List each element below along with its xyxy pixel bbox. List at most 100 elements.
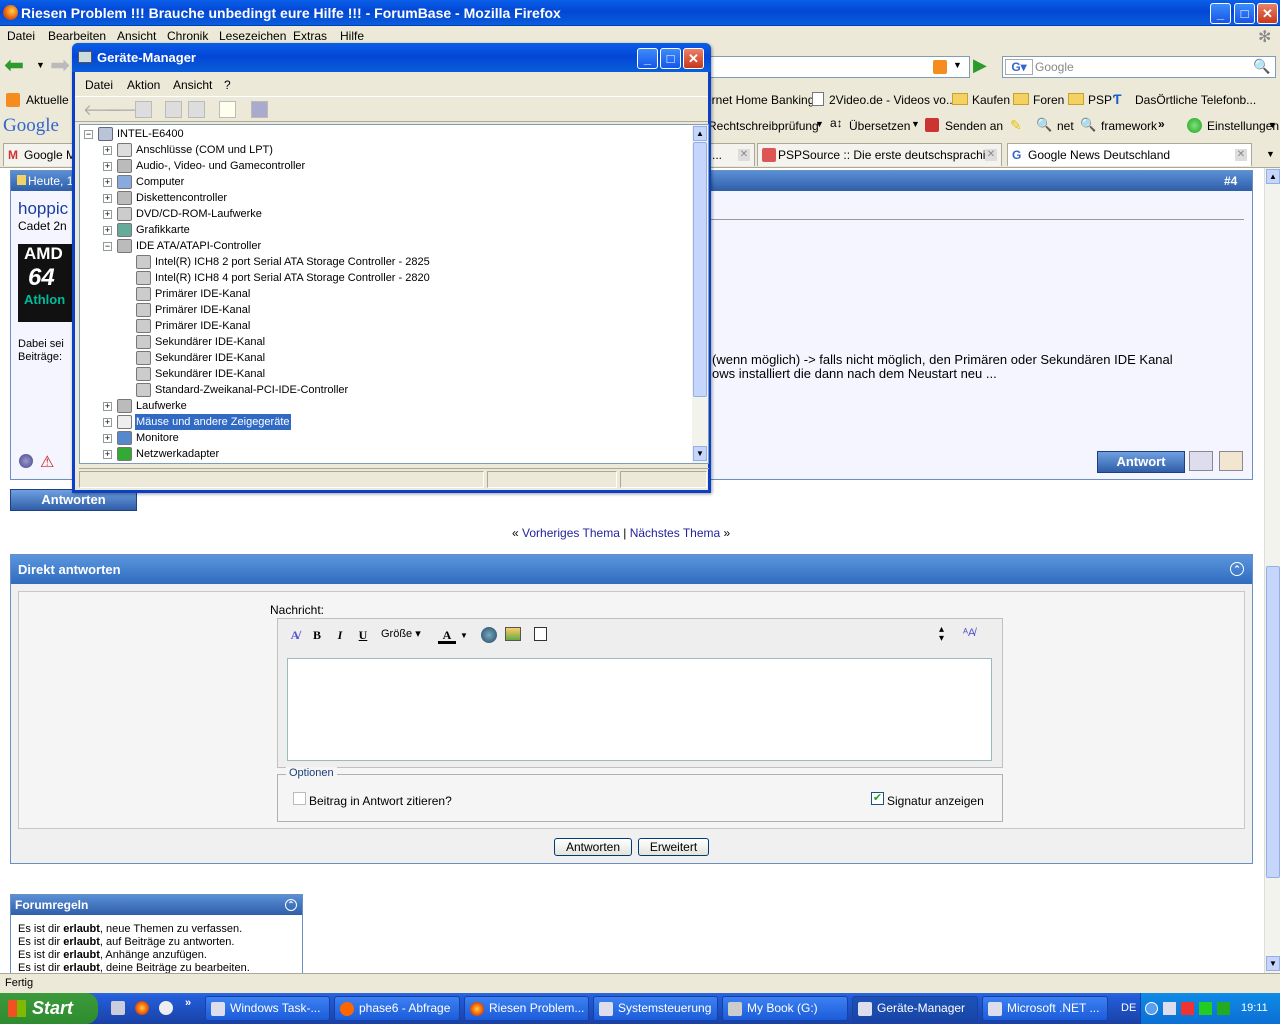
expand-icon[interactable]: + (103, 194, 112, 203)
underline-button[interactable]: U (354, 626, 372, 644)
bookmark-psp[interactable]: PSP (1088, 93, 1112, 107)
collapse-icon[interactable]: ⌃ (285, 899, 297, 911)
menu-bearbeiten[interactable]: Bearbeiten (48, 29, 106, 43)
dm-menu-ansicht[interactable]: Ansicht (173, 78, 212, 92)
search-input[interactable]: Google (1035, 60, 1074, 74)
expand-icon[interactable]: + (103, 418, 112, 427)
tab-pspsource[interactable]: PSPSource :: Die erste deutschsprachi...… (757, 143, 1002, 166)
scroll-up-icon[interactable]: ▲ (693, 126, 707, 141)
task-dotnet[interactable]: Microsoft .NET ... (982, 996, 1108, 1021)
close-tab-icon[interactable]: ✕ (985, 149, 997, 161)
back-dropdown-icon[interactable]: ▼ (36, 60, 45, 70)
highlighter-icon[interactable]: ✎ (1010, 117, 1022, 134)
tray-icon[interactable] (1217, 1002, 1230, 1015)
expand-icon[interactable]: + (103, 434, 112, 443)
scroll-down-icon[interactable]: ▼ (1266, 956, 1280, 971)
close-tab-icon[interactable]: ✕ (738, 149, 750, 161)
resize-icon[interactable]: ▴ ▾ (939, 625, 944, 644)
dm-menu-help[interactable]: ? (224, 78, 231, 92)
report-icon[interactable]: ⚠ (40, 452, 54, 472)
scan-hardware-icon[interactable] (251, 101, 268, 118)
dm-close-button[interactable]: ✕ (683, 48, 704, 69)
expand-icon[interactable]: + (103, 146, 112, 155)
multiquote-icon[interactable] (1189, 451, 1213, 471)
task-phase6[interactable]: phase6 - Abfrage (334, 996, 460, 1021)
search-icon[interactable]: 🔍 (1253, 58, 1270, 75)
tab-google-mail[interactable]: M Google M (3, 143, 73, 166)
language-indicator[interactable]: DE (1121, 993, 1136, 1024)
post-username[interactable]: hoppic (18, 199, 68, 219)
maximize-button[interactable]: □ (1234, 3, 1255, 24)
close-button[interactable]: ✕ (1257, 3, 1278, 24)
task-control-panel[interactable]: Systemsteuerung (593, 996, 718, 1021)
font-size-select[interactable]: Größe ▾ (381, 627, 421, 640)
switch-editor-icon[interactable]: ᴬA̸ (963, 627, 975, 639)
expand-icon[interactable]: + (103, 162, 112, 171)
collapse-icon[interactable]: − (103, 242, 112, 251)
url-dropdown-icon[interactable]: ▼ (953, 60, 962, 70)
reply-button[interactable]: Antwort (1097, 451, 1185, 473)
bookmark-2video[interactable]: 2Video.de - Videos vo... (829, 93, 956, 107)
show-hide-tree-icon[interactable] (135, 101, 152, 118)
expand-icon[interactable]: + (103, 226, 112, 235)
google-framework[interactable]: framework (1101, 119, 1157, 133)
print-icon[interactable] (188, 101, 205, 118)
menu-chronik[interactable]: Chronik (167, 29, 208, 43)
dm-menu-datei[interactable]: Datei (85, 78, 113, 92)
device-manager-title-bar[interactable]: Geräte-Manager _ □ ✕ (72, 43, 711, 72)
menu-extras[interactable]: Extras (293, 29, 327, 43)
google-send[interactable]: Senden an (945, 119, 1003, 133)
insert-link-icon[interactable] (481, 627, 497, 643)
menu-hilfe[interactable]: Hilfe (340, 29, 364, 43)
chevron-right-icon[interactable]: » (1158, 117, 1165, 131)
clock[interactable]: 19:11 (1241, 993, 1268, 1024)
message-textarea[interactable] (287, 658, 992, 761)
next-thread-link[interactable]: Nächstes Thema (630, 526, 721, 540)
quote-checkbox[interactable] (293, 792, 306, 805)
bookmark-foren[interactable]: Foren (1033, 93, 1064, 107)
quicklaunch-media-icon[interactable] (159, 1001, 173, 1015)
scroll-up-icon[interactable]: ▲ (1266, 169, 1280, 184)
minimize-button[interactable]: _ (1210, 3, 1231, 24)
tray-icon[interactable] (1181, 1002, 1194, 1015)
tab-list-dropdown-icon[interactable]: ▼ (1266, 149, 1275, 159)
tray-icon[interactable] (1163, 1002, 1176, 1015)
google-net[interactable]: net (1057, 119, 1074, 133)
search-box[interactable]: G▾ Google 🔍 (1002, 56, 1276, 78)
properties-icon[interactable] (165, 101, 182, 118)
dropdown-arrow-icon[interactable]: ▼ (911, 119, 920, 129)
tab-google-news[interactable]: G Google News Deutschland ✕ (1007, 143, 1252, 166)
quick-edit-icon[interactable] (1219, 451, 1243, 471)
expand-icon[interactable]: + (103, 178, 112, 187)
dropdown-arrow-icon[interactable]: ▼ (1268, 120, 1277, 130)
rss-icon[interactable] (933, 60, 947, 74)
task-firefox[interactable]: Riesen Problem... (464, 996, 589, 1021)
back-arrow-icon[interactable]: ⬅ (4, 54, 24, 78)
submit-reply-button[interactable]: Antworten (554, 838, 632, 856)
google-logo[interactable]: Google (3, 115, 59, 137)
scroll-down-icon[interactable]: ▼ (693, 446, 707, 461)
scroll-thumb[interactable] (693, 142, 707, 397)
insert-image-icon[interactable] (505, 627, 521, 641)
font-color-button[interactable]: A (438, 626, 456, 644)
advanced-button[interactable]: Erweitert (638, 838, 709, 856)
bookmark-kaufen[interactable]: Kaufen (972, 93, 1010, 107)
bookmark-home-banking[interactable]: ernet Home Banking (705, 93, 814, 107)
expand-icon[interactable]: + (103, 210, 112, 219)
tray-icon[interactable] (1199, 1002, 1212, 1015)
quicklaunch-more-icon[interactable]: » (185, 997, 191, 1009)
task-windows-task-manager[interactable]: Windows Task-... (205, 996, 330, 1021)
quicklaunch-explorer-icon[interactable] (111, 1001, 125, 1015)
dropdown-arrow-icon[interactable]: ▼ (815, 119, 824, 129)
task-device-manager[interactable]: Geräte-Manager (852, 996, 978, 1021)
dm-menu-aktion[interactable]: Aktion (127, 78, 160, 92)
quicklaunch-firefox-icon[interactable] (135, 1001, 149, 1015)
google-spellcheck[interactable]: Rechtschreibprüfung (708, 119, 819, 133)
forward-arrow-icon[interactable]: ➡ (50, 54, 70, 78)
go-icon[interactable]: ▶ (973, 55, 987, 76)
dm-tree-scrollbar[interactable]: ▲ ▼ (692, 125, 708, 463)
close-tab-icon[interactable]: ✕ (1235, 149, 1247, 161)
google-translate[interactable]: Übersetzen (849, 119, 910, 133)
prev-thread-link[interactable]: Vorheriges Thema (522, 526, 620, 540)
menu-datei[interactable]: Datei (7, 29, 35, 43)
